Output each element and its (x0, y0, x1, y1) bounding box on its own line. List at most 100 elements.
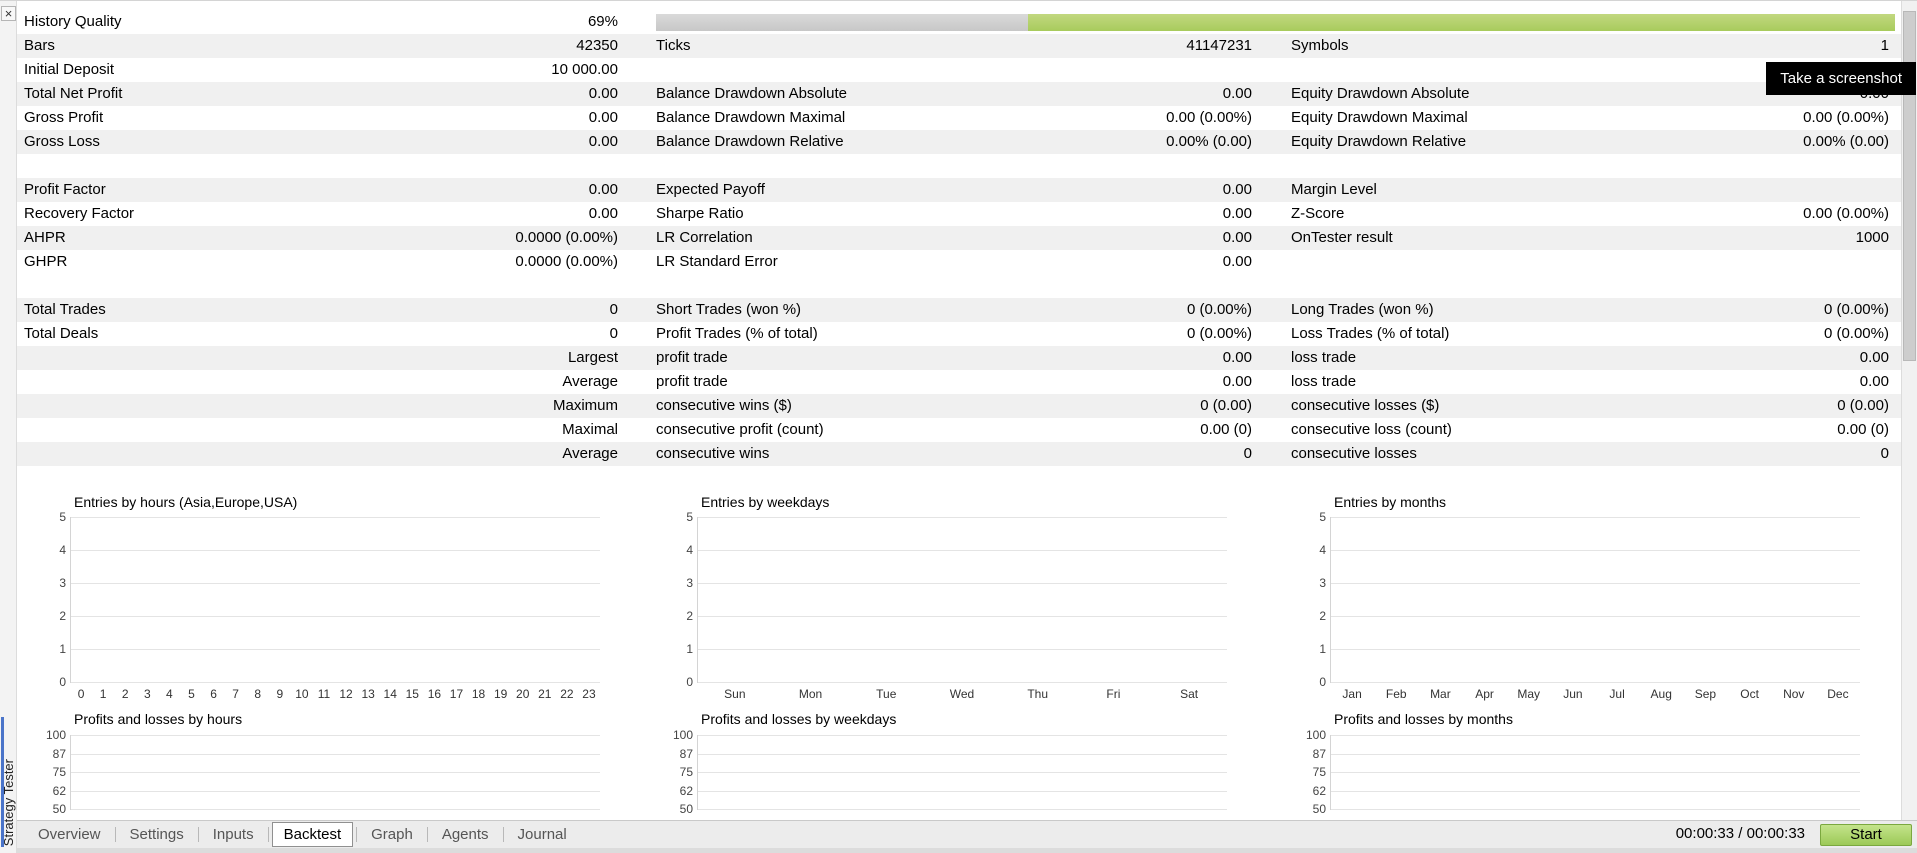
stat-label: OnTester result (1291, 229, 1393, 246)
chart-gridline (698, 517, 1227, 518)
chart-xtick-label: Apr (1475, 687, 1494, 701)
chart-gridline (71, 649, 600, 650)
chart-gridline (1331, 754, 1860, 755)
chart-gridline (71, 583, 600, 584)
chart-gridline (698, 550, 1227, 551)
chart-ytick-label: 87 (52, 747, 66, 761)
chart-xtick-label: 3 (143, 687, 151, 701)
chart-xtick-label: 16 (427, 687, 442, 701)
stat-value: 0.00 (1222, 373, 1252, 390)
chart-xtick-label: 8 (254, 687, 262, 701)
stat-label: Margin Level (1291, 181, 1377, 198)
close-icon[interactable]: × (1, 6, 16, 21)
tab-overview[interactable]: Overview (27, 823, 112, 846)
chart-xtick-label: Sep (1694, 687, 1717, 701)
stat-value: 0.00 (588, 181, 618, 198)
stat-value: 0.00 (1222, 229, 1252, 246)
elapsed-time-label: 00:00:33 / 00:00:33 (1675, 825, 1805, 842)
chart-xtick-label: Jun (1563, 687, 1583, 701)
stat-label: Loss Trades (% of total) (1291, 325, 1450, 342)
tab-journal[interactable]: Journal (507, 823, 578, 846)
stat-label: Short Trades (won %) (656, 301, 802, 318)
vertical-scrollbar[interactable] (1901, 1, 1917, 820)
chart-ytick-label: 5 (59, 510, 66, 524)
stat-value: 0 (609, 301, 618, 318)
tab-separator (502, 826, 504, 842)
stats-row: Recovery Factor 0.00 Sharpe Ratio 0.00 Z-Sco… (17, 202, 1901, 226)
stats-row: Gross Profit 0.00 Balance Drawdown Maximal… (17, 106, 1901, 130)
tab-settings[interactable]: Settings (119, 823, 195, 846)
chart-gridline (71, 550, 600, 551)
stat-value: 0 (0.00) (1200, 397, 1252, 414)
stat-label: consecutive losses ($) (1291, 397, 1440, 414)
stat-value: 10 000.00 (551, 61, 618, 78)
progress-green-segment (1028, 14, 1895, 31)
stat-label: Sharpe Ratio (656, 205, 744, 222)
chart-gridline (71, 616, 600, 617)
stat-value: 0.00% (0.00) (1166, 133, 1252, 150)
chart-xtick-label: 17 (449, 687, 464, 701)
stat-value: Maximal (562, 421, 618, 438)
chart-xtick-label: May (1517, 687, 1541, 701)
chart-xtick-label: 23 (582, 687, 596, 701)
stat-label: Total Net Profit (24, 85, 123, 102)
chart-xtick-label: Sat (1180, 687, 1199, 701)
chart-ytick-label: 5 (1319, 510, 1326, 524)
stat-value: 0.00% (0.00) (1803, 133, 1889, 150)
chart-xtick-label: Feb (1385, 687, 1407, 701)
tab-inputs[interactable]: Inputs (202, 823, 265, 846)
tab-graph[interactable]: Graph (360, 823, 424, 846)
stat-value: 0 (0.00) (1837, 397, 1889, 414)
stat-value: 0 (0.00%) (1186, 325, 1252, 342)
stats-row: GHPR 0.0000 (0.00%) LR Standard Error 0.00 (17, 250, 1901, 274)
chart-plot-area: 5 4 3 2 1 0 (59, 510, 600, 689)
tab-separator (114, 826, 116, 842)
chart-gridline (71, 682, 600, 683)
chart-gridline (71, 735, 600, 736)
tab-backtest[interactable]: Backtest (271, 821, 354, 847)
stat-value: 0.00 (1222, 253, 1252, 270)
chart-ytick-label: 50 (679, 802, 693, 816)
stat-label: Balance Drawdown Absolute (656, 85, 847, 102)
stat-label: Total Deals (24, 325, 99, 342)
chart-gridline (71, 517, 600, 518)
stat-value: 1 (1880, 37, 1889, 54)
chart-gridline (698, 735, 1227, 736)
stat-label: Initial Deposit (24, 61, 115, 78)
backtest-stats-table: History Quality 69% Bars 42350 Ticks 41147231… (17, 10, 1901, 466)
stat-value: 0 (1243, 445, 1252, 462)
window-bottom-edge (17, 848, 1917, 853)
start-button[interactable]: Start (1820, 824, 1912, 846)
stat-label: consecutive profit (count) (656, 421, 824, 438)
chart-gridline (1331, 616, 1860, 617)
screenshot-tooltip: Take a screenshot (1766, 62, 1916, 95)
stat-value: 0.00 (1859, 349, 1889, 366)
stat-value: 1000 (1855, 229, 1889, 246)
stat-label: Equity Drawdown Relative (1291, 133, 1467, 150)
tab-agents[interactable]: Agents (431, 823, 500, 846)
chart-xtick-label: Fri (1106, 687, 1121, 701)
stat-label: Ticks (656, 37, 691, 54)
chart-gridline (1331, 682, 1860, 683)
backtest-report-content: History Quality 69% Bars 42350 Ticks 41147231… (17, 1, 1901, 820)
chart-ytick-label: 3 (59, 576, 66, 590)
stats-row: Total Net Profit 0.00 Balance Drawdown Abs… (17, 82, 1901, 106)
chart-gridline (71, 809, 600, 810)
stat-value: 0.00 (0.00%) (1803, 205, 1889, 222)
stat-label: profit trade (656, 373, 728, 390)
chart-xtick-label: 2 (121, 687, 129, 701)
chart-gridline (1331, 649, 1860, 650)
stat-label: Equity Drawdown Maximal (1291, 109, 1468, 126)
chart-plot-area: 100 87 75 62 50 (1306, 728, 1860, 816)
strategy-tester-panel: × Strategy Tester History Quality 69% Bars… (0, 0, 1917, 853)
stat-value: 0.00 (588, 109, 618, 126)
chart-title: Profits and losses by weekdays (701, 711, 897, 727)
stat-label: Gross Loss (24, 133, 100, 150)
stat-value: 0 (0.00%) (1823, 301, 1889, 318)
chart-ytick-label: 62 (1312, 784, 1326, 798)
chart-xtick-label: 13 (361, 687, 375, 701)
stat-label: Profit Trades (% of total) (656, 325, 818, 342)
stat-value: 0.00 (0) (1837, 421, 1889, 438)
stat-label: consecutive wins (656, 445, 770, 462)
stat-label: Gross Profit (24, 109, 104, 126)
